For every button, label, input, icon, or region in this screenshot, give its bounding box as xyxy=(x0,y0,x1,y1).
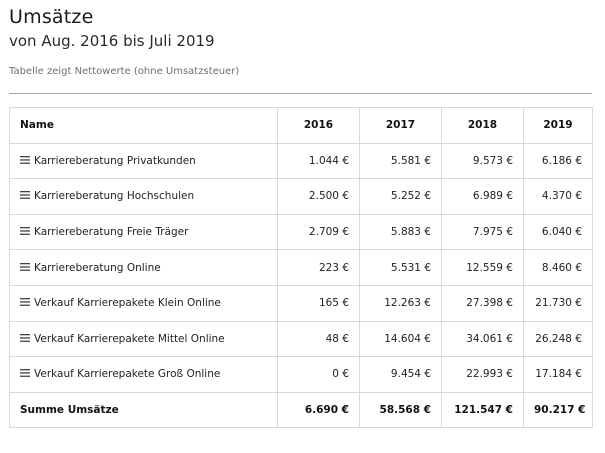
cell-2016: 1.044 € xyxy=(277,142,360,180)
row-name-label: Karriereberatung Freie Träger xyxy=(34,226,189,239)
row-name-cell: Karriereberatung Hochschulen xyxy=(9,178,278,215)
column-header-name[interactable]: Name xyxy=(9,107,278,144)
total-cell-2017: 58.568 € xyxy=(359,391,442,429)
cell-2016: 2.709 € xyxy=(277,213,360,251)
cell-2019: 6.040 € xyxy=(523,213,593,251)
column-header-2017[interactable]: 2017 xyxy=(359,107,442,144)
drag-handle-icon[interactable] xyxy=(20,333,30,342)
page-title: Umsätze xyxy=(9,6,94,28)
cell-2017: 14.604 € xyxy=(359,320,442,358)
divider xyxy=(9,93,592,94)
total-row: Summe Umsätze 6.690 € 58.568 € 121.547 €… xyxy=(9,391,593,429)
row-name-cell: Karriereberatung Online xyxy=(9,249,278,286)
cell-2017: 5.883 € xyxy=(359,213,442,251)
drag-handle-icon[interactable] xyxy=(20,262,30,271)
cell-2017: 9.454 € xyxy=(359,356,442,393)
row-name-label: Verkauf Karrierepakete Mittel Online xyxy=(34,332,225,345)
cell-2019: 6.186 € xyxy=(523,142,593,180)
cell-2016: 223 € xyxy=(277,249,360,286)
cell-2018: 34.061 € xyxy=(441,320,524,358)
cell-2019: 17.184 € xyxy=(523,356,593,393)
table-row[interactable]: Karriereberatung Hochschulen 2.500 €5.252… xyxy=(9,178,593,215)
table-row[interactable]: Verkauf Karrierepakete Groß Online 0 €9.4… xyxy=(9,356,593,393)
cell-2018: 7.975 € xyxy=(441,213,524,251)
row-name-cell: Karriereberatung Freie Träger xyxy=(9,213,278,251)
table-row[interactable]: Karriereberatung Freie Träger 2.709 €5.88… xyxy=(9,213,593,251)
cell-2019: 4.370 € xyxy=(523,178,593,215)
cell-2017: 5.252 € xyxy=(359,178,442,215)
cell-2018: 6.989 € xyxy=(441,178,524,215)
net-values-note: Tabelle zeigt Nettowerte (ohne Umsatzste… xyxy=(9,66,240,77)
row-name-label: Karriereberatung Online xyxy=(34,261,161,274)
cell-2016: 0 € xyxy=(277,356,360,393)
cell-2016: 165 € xyxy=(277,284,360,322)
cell-2019: 21.730 € xyxy=(523,284,593,322)
cell-2018: 22.993 € xyxy=(441,356,524,393)
drag-handle-icon[interactable] xyxy=(20,155,30,164)
column-header-2019[interactable]: 2019 xyxy=(523,107,593,144)
cell-2018: 12.559 € xyxy=(441,249,524,286)
cell-2017: 12.263 € xyxy=(359,284,442,322)
cell-2019: 8.460 € xyxy=(523,249,593,286)
cell-2016: 2.500 € xyxy=(277,178,360,215)
row-name-cell: Verkauf Karrierepakete Groß Online xyxy=(9,356,278,393)
date-range-subtitle: von Aug. 2016 bis Juli 2019 xyxy=(9,32,215,50)
row-name-label: Verkauf Karrierepakete Groß Online xyxy=(34,368,221,381)
total-cell-2016: 6.690 € xyxy=(277,391,360,429)
table-row[interactable]: Verkauf Karrierepakete Klein Online 165 €… xyxy=(9,284,593,322)
table-row[interactable]: Karriereberatung Privatkunden 1.044 €5.58… xyxy=(9,142,593,180)
row-name-label: Verkauf Karrierepakete Klein Online xyxy=(34,297,221,310)
row-name-label: Karriereberatung Privatkunden xyxy=(34,154,196,167)
page: Umsätze von Aug. 2016 bis Juli 2019 Tabe… xyxy=(0,0,605,453)
table-header-row: Name 2016 2017 2018 2019 xyxy=(9,107,593,144)
cell-2017: 5.531 € xyxy=(359,249,442,286)
column-header-2016[interactable]: 2016 xyxy=(277,107,360,144)
drag-handle-icon[interactable] xyxy=(20,191,30,200)
total-cell-2018: 121.547 € xyxy=(441,391,524,429)
column-header-2018[interactable]: 2018 xyxy=(441,107,524,144)
row-name-cell: Verkauf Karrierepakete Mittel Online xyxy=(9,320,278,358)
cell-2019: 26.248 € xyxy=(523,320,593,358)
drag-handle-icon[interactable] xyxy=(20,298,30,307)
row-name-cell: Karriereberatung Privatkunden xyxy=(9,142,278,180)
table-row[interactable]: Verkauf Karrierepakete Mittel Online 48 €… xyxy=(9,320,593,358)
row-name-label: Karriereberatung Hochschulen xyxy=(34,190,195,203)
revenue-table: Name 2016 2017 2018 2019 Karriereberatun… xyxy=(9,107,593,429)
drag-handle-icon[interactable] xyxy=(20,369,30,378)
total-cell-2019: 90.217 € xyxy=(523,391,593,429)
cell-2018: 9.573 € xyxy=(441,142,524,180)
cell-2016: 48 € xyxy=(277,320,360,358)
row-name-cell: Verkauf Karrierepakete Klein Online xyxy=(9,284,278,322)
total-label: Summe Umsätze xyxy=(9,391,278,429)
cell-2018: 27.398 € xyxy=(441,284,524,322)
table-row[interactable]: Karriereberatung Online 223 €5.531 €12.55… xyxy=(9,249,593,286)
cell-2017: 5.581 € xyxy=(359,142,442,180)
drag-handle-icon[interactable] xyxy=(20,227,30,235)
